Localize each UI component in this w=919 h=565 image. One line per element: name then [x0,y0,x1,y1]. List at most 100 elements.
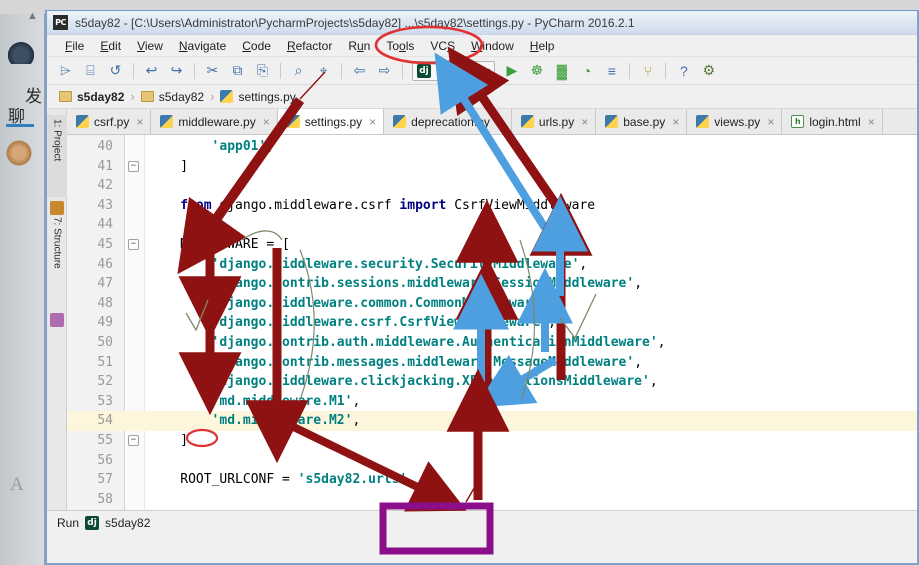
code-line[interactable]: 56 [67,451,917,471]
line-number: 45 [97,237,113,252]
code-text: 'django.contrib.sessions.middleware.Sess… [212,274,642,294]
menu-item-navigate[interactable]: Navigate [171,38,234,54]
menu-item-code[interactable]: Code [234,38,279,54]
background-chat-app[interactable]: 发 聊 A 广告 [0,14,45,565]
close-icon[interactable]: × [136,115,143,129]
sidebar-item-project[interactable]: 1: Project [47,115,67,197]
code-line[interactable]: 57 ROOT_URLCONF = 's5day82.urls' [67,470,917,490]
close-icon[interactable]: × [672,115,679,129]
code-token: 'md.middleware.M2' [211,413,353,429]
menu-item-refactor[interactable]: Refactor [279,38,340,54]
open-folder-icon[interactable]: ⌲ [54,60,77,82]
toolbar-separator [665,62,667,79]
code-token: MIDDLEWARE = [ [180,237,290,252]
code-line[interactable]: 41 −] [67,157,917,177]
line-number: 56 [97,452,113,468]
code-token: 'django.middleware.common.CommonMiddlewa… [211,295,549,311]
code-line[interactable]: 50 'django.contrib.auth.middleware.Authen… [67,333,917,353]
close-icon[interactable]: × [581,115,588,129]
run-icon[interactable]: ▶ [500,60,523,82]
run-with-console-icon[interactable]: ≡ [600,60,623,82]
fold-toggle-icon[interactable]: − [128,160,139,172]
close-icon[interactable]: × [263,115,270,129]
toolbar-separator [402,62,403,79]
chat-text-send: 发 [25,87,42,107]
menu-item-tools[interactable]: Tools [378,38,422,54]
editor-tab-views-py[interactable]: views.py × [687,109,783,134]
code-line[interactable]: 53 'md.middleware.M1', [67,392,917,412]
undo-icon[interactable]: ↩ [140,60,163,82]
breadcrumb-item-label: settings.py [238,89,296,104]
sync-icon[interactable]: ↺ [104,60,127,82]
code-line[interactable]: 40 'app01', [67,137,917,157]
code-line[interactable]: 58 [67,490,917,510]
editor-tab-settings-py[interactable]: settings.py × [277,109,385,134]
close-icon[interactable]: × [497,115,504,129]
fold-toggle-icon[interactable]: − [128,239,139,250]
menu-item-edit[interactable]: Edit [92,38,129,54]
editor-tab-csrf-py[interactable]: csrf.py × [67,109,152,134]
status-run-label[interactable]: Run [57,516,79,530]
code-line[interactable]: 52 'django.middleware.clickjacking.XFrame… [67,372,917,392]
close-icon[interactable]: × [369,115,376,129]
editor-tab-deprecation-py[interactable]: deprecation.py × [384,109,512,134]
breadcrumb-item-settings-py[interactable]: settings.py [220,89,296,104]
close-icon[interactable]: × [868,115,875,129]
navigate-back-icon[interactable]: ⇦ [348,60,371,82]
code-line[interactable]: 45 − MIDDLEWARE = [ [67,235,917,255]
fold-toggle-icon[interactable]: − [128,435,139,446]
close-icon[interactable]: × [767,115,774,129]
menu-item-file[interactable]: File [57,38,92,54]
editor-tab-base-py[interactable]: base.py × [596,109,688,134]
find-icon[interactable]: ⌕ [287,60,310,82]
run-coverage-icon[interactable]: ▓ [550,60,573,82]
code-line[interactable]: 43 from django.middleware.csrf import Csr… [67,196,917,216]
attach-process-icon[interactable]: ⑂ [636,60,659,82]
breadcrumb-item-s5day82[interactable]: s5day82 [140,90,204,104]
editor-tab-urls-py[interactable]: urls.py × [511,109,597,134]
redo-icon[interactable]: ↪ [165,60,188,82]
menu-item-window[interactable]: Window [463,38,522,54]
menu-item-vcs[interactable]: VCS [422,38,463,54]
save-all-icon[interactable]: ⌸ [79,60,102,82]
code-line[interactable]: 44 [67,215,917,235]
help-icon[interactable]: ? [672,60,695,82]
code-line[interactable]: 42 [67,176,917,196]
toolbar-separator [280,62,281,79]
code-line[interactable]: 49 'django.middleware.csrf.CsrfViewMiddle… [67,313,917,333]
profile-icon[interactable]: ◔ [575,60,598,82]
code-line[interactable]: 51 'django.contrib.messages.middleware.Me… [67,353,917,373]
menu-item-run[interactable]: Run [340,38,378,54]
chevron-down-icon[interactable]: ▾ [486,66,490,75]
run-configuration-selector[interactable]: dj s5day82 ▾ [412,60,496,81]
breadcrumb-item-s5day82[interactable]: s5day82 [59,90,124,104]
paste-icon[interactable]: ⎘ [251,60,274,82]
menu-item-view[interactable]: View [129,38,171,54]
debug-icon[interactable]: ☸ [525,60,548,82]
line-number: 40 [97,139,113,154]
code-line[interactable]: 54 'md.middleware.M2', [67,411,917,431]
code-token: , [634,276,643,292]
navigate-forward-icon[interactable]: ⇨ [373,60,396,82]
settings-icon[interactable]: ⚙ [697,60,720,82]
scroll-up-icon[interactable]: ▲ [27,10,43,24]
replace-icon[interactable]: ⌖ [312,60,335,82]
python-file-icon [76,115,89,128]
menu-bar: File Edit View Navigate Code Refactor Run Tools… [47,35,917,57]
code-line[interactable]: 55 −] [67,431,917,451]
chat-letter-a: A [10,474,24,495]
code-token: CsrfViewMiddleware [446,197,596,213]
code-line[interactable]: 46 'django.middleware.security.SecurityMi… [67,255,917,275]
code-line[interactable]: 48 'django.middleware.common.CommonMiddle… [67,294,917,314]
editor-tab-login-html[interactable]: h login.html × [782,109,883,134]
menu-item-help[interactable]: Help [522,38,563,54]
copy-icon[interactable]: ⧉ [226,60,249,82]
cut-icon[interactable]: ✂ [201,60,224,82]
code-line[interactable]: 47 'django.contrib.sessions.middleware.Se… [67,274,917,294]
status-run-config-name[interactable]: s5day82 [105,516,150,530]
sidebar-item-structure[interactable]: 7: Structure [47,213,67,309]
code-text: 'django.middleware.common.CommonMiddlewa… [212,294,556,314]
editor-tab-middleware-py[interactable]: middleware.py × [151,109,278,134]
code-editor[interactable]: 40 'app01', 41 −] 42 43 from django.middleware… [67,135,917,510]
code-line[interactable]: 59−TEMPLATES = [ [67,509,917,510]
